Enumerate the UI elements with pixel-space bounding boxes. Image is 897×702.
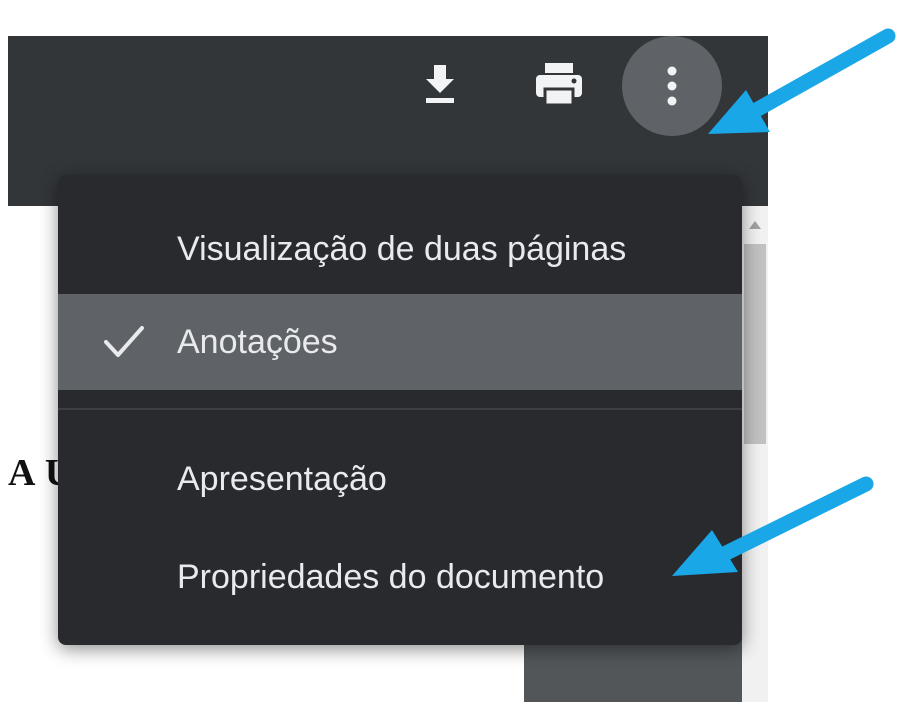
pdf-viewer-screen: A U Visualização de duas páginas Anotaçõ… — [0, 0, 897, 702]
download-icon — [426, 65, 454, 103]
more-actions-menu: Visualização de duas páginas Anotações A… — [58, 175, 742, 645]
menu-item-label: Visualização de duas páginas — [177, 229, 627, 268]
more-vert-icon — [667, 66, 677, 106]
menu-item-two-page-view[interactable]: Visualização de duas páginas — [58, 201, 742, 297]
menu-item-presentation[interactable]: Apresentação — [58, 431, 742, 527]
print-icon — [536, 63, 582, 107]
menu-item-label: Propriedades do documento — [177, 557, 605, 596]
menu-item-label: Anotações — [177, 322, 338, 361]
menu-item-document-properties[interactable]: Propriedades do documento — [58, 529, 742, 625]
scroll-up-button[interactable] — [742, 212, 768, 238]
download-button[interactable] — [412, 54, 468, 114]
menu-item-label: Apresentação — [177, 459, 387, 498]
print-button[interactable] — [526, 54, 592, 114]
more-actions-button[interactable] — [622, 36, 722, 136]
check-icon — [104, 326, 144, 357]
scrollbar-thumb[interactable] — [744, 244, 766, 444]
menu-item-annotations[interactable]: Anotações — [58, 294, 742, 390]
menu-divider — [58, 408, 742, 410]
arrow-up-icon — [749, 221, 761, 229]
